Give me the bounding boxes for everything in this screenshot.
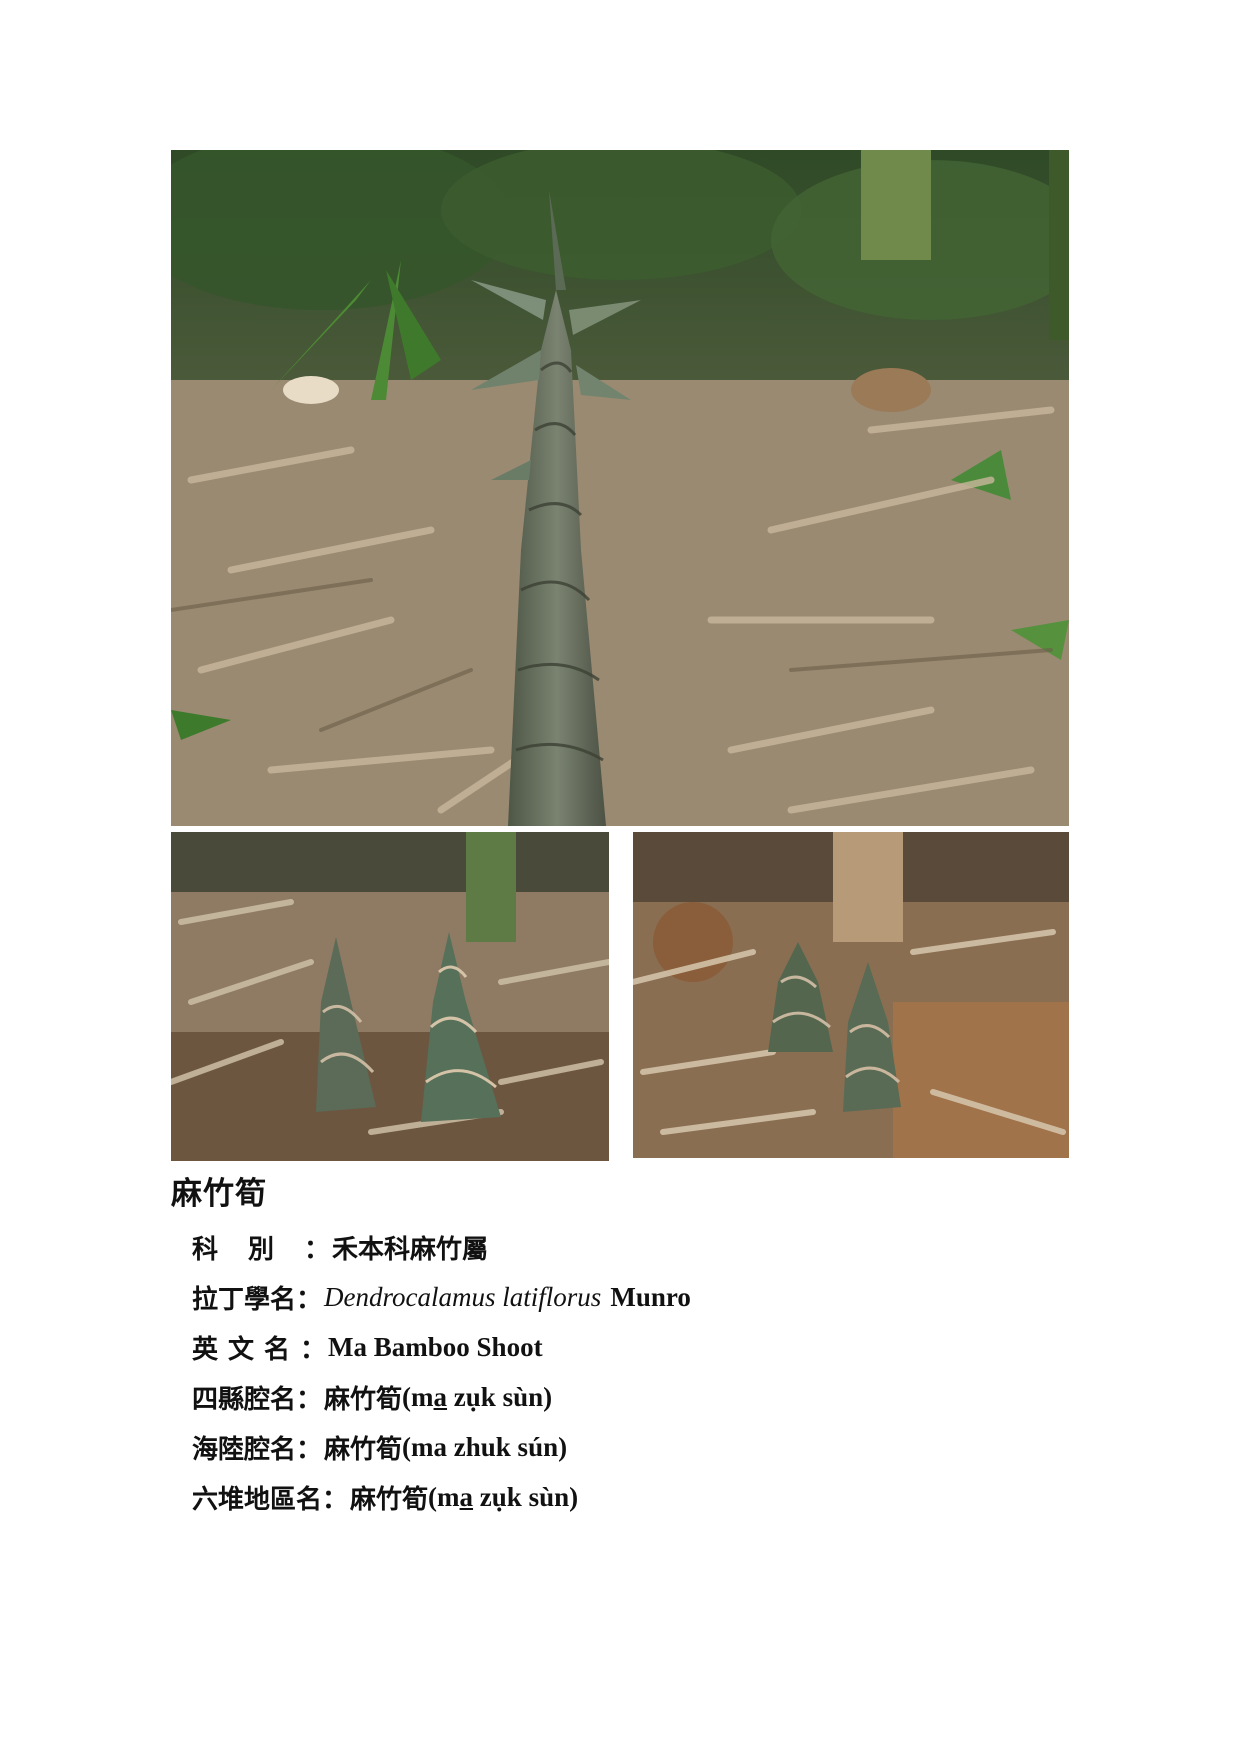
english-name-label: 英文名: [192, 1334, 301, 1365]
plant-name-title: 麻竹筍: [171, 1176, 267, 1212]
sixian-open-paren: (: [402, 1381, 412, 1412]
sixian-rom-underlined: a: [433, 1381, 448, 1412]
plant-info-list: 科別：禾本科麻竹屬 拉丁學名： Dendrocalamus latiflorus …: [192, 1222, 1052, 1522]
liudui-open-paren: (: [428, 1481, 438, 1512]
liudui-name-hanzi: 麻竹筍: [350, 1484, 429, 1515]
sixian-name-colon: ：: [296, 1384, 323, 1415]
family-colon: ：: [304, 1234, 331, 1265]
two-shoots-left-image: [171, 832, 609, 1161]
hailu-romanization: (ma zhuk sún): [402, 1431, 568, 1462]
liudui-rom-part2: zụk sùn): [473, 1481, 579, 1512]
sixian-rom-part2: zụk sùn): [447, 1381, 553, 1412]
liudui-name-row: 六堆地區名：麻竹筍(m a zụk sùn): [192, 1472, 1052, 1522]
two-shoots-right-image: [633, 832, 1069, 1158]
sixian-name-hanzi: 麻竹筍: [324, 1384, 403, 1415]
english-name-colon: ：: [300, 1334, 327, 1365]
liudui-rom-underlined: a: [459, 1481, 474, 1512]
tall-bamboo-shoot-image: [171, 150, 1069, 826]
family-label: 科別: [192, 1234, 305, 1265]
latin-name-binomial: Dendrocalamus latiflorus: [324, 1281, 602, 1312]
photo-two-shoots-right: [633, 832, 1069, 1158]
sixian-rom-part1: m: [411, 1381, 434, 1412]
hailu-name-colon: ：: [296, 1434, 323, 1465]
latin-name-colon: ：: [296, 1284, 323, 1315]
family-value: 禾本科麻竹屬: [332, 1234, 489, 1265]
liudui-name-colon: ：: [322, 1484, 349, 1515]
hailu-name-row: 海陸腔名：麻竹筍 (ma zhuk sún): [192, 1422, 1052, 1472]
liudui-name-label: 六堆地區名: [192, 1484, 323, 1515]
latin-name-author: Munro: [610, 1281, 691, 1312]
sixian-name-row: 四縣腔名：麻竹筍(m a zụk sùn): [192, 1372, 1052, 1422]
hailu-name-label: 海陸腔名: [192, 1434, 297, 1465]
latin-name-row: 拉丁學名： Dendrocalamus latiflorus Munro: [192, 1272, 1052, 1322]
english-name-row: 英文名： Ma Bamboo Shoot: [192, 1322, 1052, 1372]
family-row: 科別：禾本科麻竹屬: [192, 1222, 1052, 1272]
english-name-value: Ma Bamboo Shoot: [328, 1331, 543, 1362]
sixian-name-label: 四縣腔名: [192, 1384, 297, 1415]
latin-name-label: 拉丁學名: [192, 1284, 297, 1315]
liudui-rom-part1: m: [437, 1481, 460, 1512]
photo-two-shoots-left: [171, 832, 609, 1161]
photo-tall-bamboo-shoot: [171, 150, 1069, 826]
hailu-name-hanzi: 麻竹筍: [324, 1434, 403, 1465]
